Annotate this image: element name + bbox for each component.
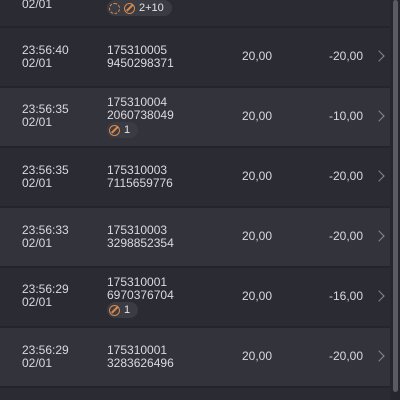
table-row[interactable]: 23:56:35 02/01 175310003 7115659776 20,0… bbox=[0, 148, 390, 206]
row-amount: 20,00 bbox=[241, 349, 272, 363]
row-amount: 20,00 bbox=[241, 109, 272, 123]
refresh-icon bbox=[109, 2, 120, 14]
no-sign-icon bbox=[109, 304, 120, 316]
row-delta: -20,00 bbox=[328, 49, 363, 63]
chevron-right-icon[interactable] bbox=[373, 110, 385, 122]
row-amount: 20,00 bbox=[241, 169, 272, 183]
row-date: 02/01 bbox=[22, 236, 53, 250]
pill-count: 1 bbox=[124, 304, 131, 316]
row-amount: 20,00 bbox=[241, 289, 272, 303]
table-row[interactable]: 02/01 2+10 bbox=[0, 0, 390, 26]
no-sign-icon bbox=[124, 2, 135, 14]
table-row[interactable]: 23:56:40 02/01 175310005 9450298371 20,0… bbox=[0, 28, 390, 86]
row-ref-number: 3298852354 bbox=[107, 236, 174, 250]
table-row[interactable]: 23:56:29 02/01 175310001 3283626496 20,0… bbox=[0, 328, 390, 386]
pill-count: 1 bbox=[124, 124, 131, 136]
row-amount: 20,00 bbox=[241, 49, 272, 63]
chevron-right-icon[interactable] bbox=[373, 230, 385, 242]
scrollbar[interactable] bbox=[390, 0, 400, 400]
status-pill: 2+10 bbox=[107, 0, 172, 16]
chevron-right-icon[interactable] bbox=[373, 170, 385, 182]
row-ref-number: 6970376704 bbox=[107, 288, 174, 302]
row-date: 02/01 bbox=[22, 56, 53, 70]
row-delta: -20,00 bbox=[328, 229, 363, 243]
row-ref-number: 2060738049 bbox=[107, 108, 174, 122]
row-delta: -20,00 bbox=[328, 169, 363, 183]
row-date: 02/01 bbox=[22, 295, 53, 309]
row-delta: -10,00 bbox=[328, 109, 363, 123]
row-date: 02/01 bbox=[22, 176, 53, 190]
row-date: 02/01 bbox=[22, 115, 53, 129]
table-row[interactable]: 23:56:33 02/01 175310003 3298852354 20,0… bbox=[0, 208, 390, 266]
row-delta: -20,00 bbox=[328, 349, 363, 363]
scrollbar-thumb[interactable] bbox=[393, 0, 398, 392]
status-pill: 1 bbox=[107, 302, 139, 318]
row-date: 02/01 bbox=[22, 356, 53, 370]
row-ref-number: 9450298371 bbox=[107, 56, 174, 70]
chevron-right-icon[interactable] bbox=[373, 350, 385, 362]
status-pill: 1 bbox=[107, 122, 139, 138]
row-amount: 20,00 bbox=[241, 229, 272, 243]
chevron-right-icon[interactable] bbox=[373, 50, 385, 62]
row-ref-number: 7115659776 bbox=[107, 176, 173, 190]
row-date: 02/01 bbox=[22, 0, 53, 11]
row-ref-number: 3283626496 bbox=[107, 356, 174, 370]
table-row[interactable] bbox=[0, 388, 390, 400]
pill-count: 2+10 bbox=[139, 2, 164, 14]
table-row[interactable]: 23:56:35 02/01 175310004 2060738049 1 20… bbox=[0, 88, 390, 146]
chevron-right-icon[interactable] bbox=[373, 290, 385, 302]
no-sign-icon bbox=[109, 124, 120, 136]
row-delta: -16,00 bbox=[328, 289, 363, 303]
table-row[interactable]: 23:56:29 02/01 175310001 6970376704 1 20… bbox=[0, 268, 390, 326]
